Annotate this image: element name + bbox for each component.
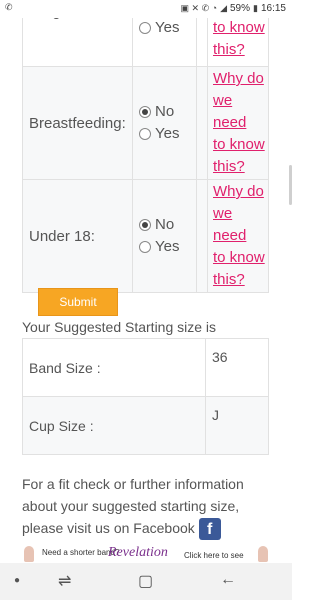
radio-circle[interactable] — [139, 106, 151, 118]
radio-yes[interactable]: Yes — [139, 123, 195, 145]
band-size-label: Band Size : — [22, 338, 206, 397]
cup-size-label: Cup Size : — [22, 396, 206, 455]
scrollbar-thumb[interactable] — [289, 165, 292, 205]
radio-yes[interactable]: Yes — [139, 236, 195, 258]
band-size-value: 36 — [205, 338, 269, 397]
recent-apps-icon[interactable]: ⇌ — [58, 571, 71, 591]
suggested-size-table: Band Size : 36 Cup Size : J — [22, 338, 269, 455]
table-row: Breastfeeding: No Yes Why do we need to … — [22, 66, 269, 180]
signal-icon: ◢ — [220, 3, 227, 13]
battery-percent: 59% — [230, 3, 251, 14]
radio-label: No — [155, 216, 175, 233]
why-link[interactable]: to know this? — [213, 19, 265, 58]
battery-icon: ▮ — [253, 3, 258, 13]
facebook-icon[interactable]: f — [198, 518, 221, 541]
dot-icon[interactable]: ● — [14, 575, 20, 586]
submit-button[interactable]: Submit — [38, 288, 118, 316]
question-label: Breastfeeding: — [22, 66, 133, 180]
question-label: Under 18: — [22, 179, 133, 293]
radio-circle[interactable] — [139, 22, 151, 34]
status-bar: ✆ ▣ ✕ ✆ ◔ ◢ 59% ▮ 16:15 — [0, 0, 292, 18]
radio-circle[interactable] — [139, 219, 151, 231]
question-label: Pregnant: — [22, 18, 133, 67]
radio-label: No — [155, 103, 175, 120]
notification-icons: ▣ ✕ ✆ ◔ — [180, 3, 218, 13]
radio-no[interactable]: No — [139, 101, 195, 123]
radio-label: Yes — [155, 125, 180, 142]
whatsapp-icon: ✆ — [5, 2, 13, 12]
table-row: Under 18: No Yes Why do we need to know … — [22, 179, 269, 293]
table-row: Cup Size : J — [22, 396, 269, 455]
ad-banner[interactable]: Need a shorter band? Revelation Click he… — [0, 545, 292, 563]
navigation-bar: ● ⇌ ▢ ← — [0, 563, 292, 600]
home-icon[interactable]: ▢ — [138, 571, 153, 591]
radio-label: Yes — [155, 19, 180, 36]
radio-no[interactable]: No — [139, 214, 195, 236]
banner-right-text: Click here to see — [184, 551, 244, 560]
radio-yes[interactable]: Yes — [139, 18, 195, 39]
model-image — [24, 546, 34, 562]
facebook-info-text: For a fit check or further information a… — [22, 473, 272, 541]
table-row: Band Size : 36 — [22, 338, 269, 397]
back-icon[interactable]: ← — [220, 571, 236, 589]
why-link[interactable]: Why do we need to know this? — [213, 183, 265, 288]
suggested-size-heading: Your Suggested Starting size is — [22, 319, 217, 335]
table-row: Pregnant: Yes to knowthis? — [22, 18, 269, 67]
clock: 16:15 — [260, 3, 286, 14]
health-questions-table: Pregnant: Yes to knowthis? Breastfeeding… — [22, 18, 269, 293]
radio-circle[interactable] — [139, 241, 151, 253]
why-link[interactable]: Why do we need to know this? — [213, 70, 265, 175]
cup-size-value: J — [205, 396, 269, 455]
brand-logo: Revelation — [108, 545, 168, 560]
radio-label: Yes — [155, 238, 180, 255]
model-image — [258, 546, 268, 562]
page-content: Pregnant: Yes to knowthis? Breastfeeding… — [0, 18, 292, 563]
radio-circle[interactable] — [139, 128, 151, 140]
